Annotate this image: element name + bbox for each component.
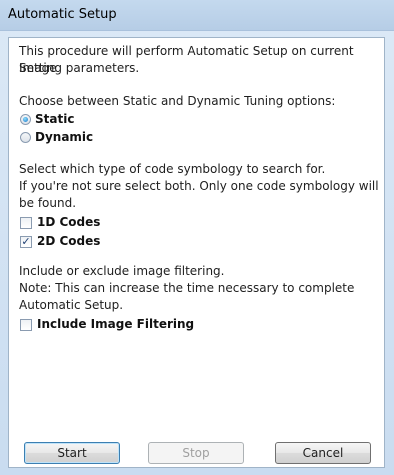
checkbox-2d-codes[interactable]: ✓ 2D Codes (20, 232, 100, 250)
tuning-prompt: Choose between Static and Dynamic Tuning… (19, 94, 336, 108)
radio-dynamic-label: Dynamic (35, 130, 94, 144)
window-title: Automatic Setup (8, 7, 117, 22)
radio-unselected-icon[interactable] (20, 132, 31, 143)
checkbox-2d-codes-label: 2D Codes (37, 234, 101, 248)
checkbox-checked-icon[interactable]: ✓ (20, 235, 32, 248)
title-bar[interactable]: Automatic Setup (0, 0, 394, 31)
checkbox-include-image-filtering[interactable]: Include Image Filtering (20, 315, 194, 333)
checkbox-1d-codes[interactable]: 1D Codes (20, 213, 100, 231)
intro-line-2: Setting parameters. (19, 61, 140, 75)
filtering-line-1: Include or exclude image filtering. (19, 264, 225, 278)
checkbox-1d-codes-label: 1D Codes (37, 215, 101, 229)
checkbox-unchecked-icon[interactable] (20, 318, 32, 331)
stop-button: Stop (148, 442, 244, 464)
start-button[interactable]: Start (24, 442, 120, 464)
filtering-line-2: Note: This can increase the time necessa… (19, 281, 355, 295)
radio-static-label: Static (35, 112, 75, 126)
automatic-setup-dialog: Automatic Setup This procedure will perf… (0, 0, 394, 475)
radio-selected-icon[interactable] (20, 114, 31, 125)
cancel-button[interactable]: Cancel (275, 442, 371, 464)
filtering-line-3: Automatic Setup. (19, 298, 124, 312)
checkbox-include-image-filtering-label: Include Image Filtering (37, 317, 195, 331)
dialog-content: This procedure will perform Automatic Se… (8, 37, 385, 468)
symbology-line-1: Select which type of code symbology to s… (19, 162, 326, 176)
radio-static[interactable]: Static (20, 110, 74, 128)
symbology-line-3: be found. (19, 196, 77, 210)
radio-dynamic[interactable]: Dynamic (20, 128, 93, 146)
symbology-line-2: If you're not sure select both. Only one… (19, 179, 379, 193)
checkbox-unchecked-icon[interactable] (20, 216, 32, 229)
